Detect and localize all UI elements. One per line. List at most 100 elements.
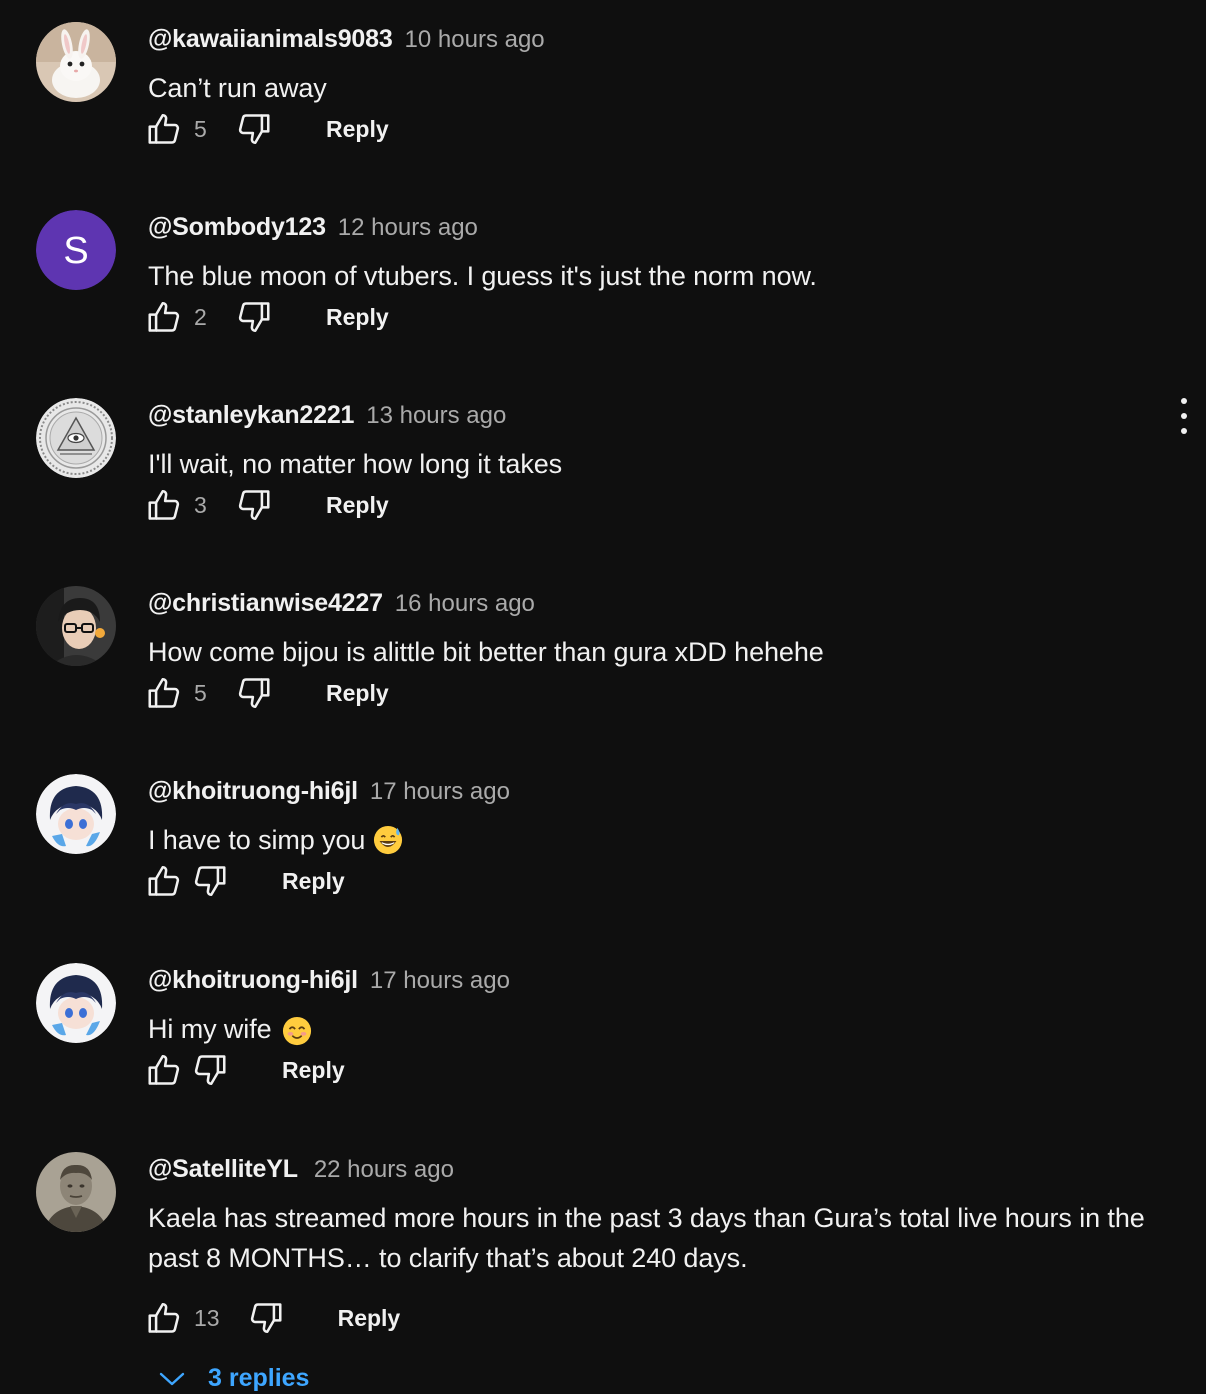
like-count: 3 (194, 491, 207, 518)
author-name[interactable]: @khoitruong-hi6jl (148, 777, 358, 805)
avatar[interactable] (36, 398, 116, 478)
like-button[interactable] (144, 861, 184, 901)
comment-header: @stanleykan2221 13 hours ago (148, 401, 506, 435)
dislike-button[interactable] (190, 861, 230, 901)
comment-text: I have to simp you (148, 820, 1158, 860)
comment-thread: @khoitruong-hi6jl 17 hours ago Hi my wife (0, 941, 1206, 1129)
comment-thread: @kawaiianimals9083 10 hours ago Can’t run… (0, 0, 1206, 188)
comment-header: @kawaiianimals9083 10 hours ago (148, 25, 545, 59)
avatar[interactable] (36, 774, 116, 854)
author-name[interactable]: @Sombody123 (148, 213, 326, 241)
action-menu-button[interactable] (1168, 394, 1200, 438)
author-name[interactable]: @SatelliteYL (148, 1155, 298, 1183)
letter-avatar-image: S (36, 210, 116, 290)
timestamp[interactable]: 12 hours ago (338, 214, 478, 241)
seal-avatar-image (36, 398, 116, 478)
like-count: 2 (194, 303, 207, 330)
chevron-down-icon (159, 1372, 185, 1385)
thumbs-up-icon (148, 113, 180, 144)
thumbs-up-icon (148, 1302, 180, 1333)
more-dot-icon (1181, 413, 1187, 419)
comment-text: I'll wait, no matter how long it takes (148, 449, 563, 479)
author-name[interactable]: @stanleykan2221 (148, 401, 354, 429)
reply-button[interactable]: Reply (338, 1305, 401, 1332)
reply-button[interactable]: Reply (326, 116, 389, 143)
dislike-button[interactable] (234, 297, 274, 337)
author-name[interactable]: @kawaiianimals9083 (148, 25, 393, 53)
timestamp[interactable]: 17 hours ago (370, 778, 510, 805)
reply-button[interactable]: Reply (282, 1057, 345, 1084)
thumbs-up-icon (148, 301, 180, 332)
thumbs-up-icon (148, 489, 180, 520)
author-name[interactable]: @khoitruong-hi6jl (148, 966, 358, 994)
comment-thread: @stanleykan2221 13 hours ago I'll wait, n… (0, 376, 1206, 564)
view-replies-button[interactable]: 3 replies (158, 1364, 309, 1393)
comment-thread: S @Sombody123 12 hours ago The blue moon … (0, 188, 1206, 376)
reply-button[interactable]: Reply (282, 868, 345, 895)
comment-actions: 3 Reply (144, 483, 389, 527)
comment-header: @Sombody123 12 hours ago (148, 213, 478, 247)
thumbs-up-icon (148, 865, 180, 896)
timestamp[interactable]: 17 hours ago (370, 967, 510, 994)
like-button[interactable] (144, 1050, 184, 1090)
author-name[interactable]: @christianwise4227 (148, 589, 383, 617)
comment-actions: 5 Reply (144, 671, 389, 715)
thumbs-down-icon (238, 114, 270, 145)
dislike-button[interactable] (234, 485, 274, 525)
like-count: 5 (194, 115, 207, 142)
reply-button[interactable]: Reply (326, 304, 389, 331)
avatar-letter: S (63, 230, 88, 272)
like-count: 13 (194, 1304, 220, 1331)
portrait-avatar-image (36, 1152, 116, 1232)
comment-actions: Reply (144, 1048, 345, 1092)
like-button[interactable] (144, 485, 184, 525)
dislike-button[interactable] (234, 673, 274, 713)
avatar[interactable] (36, 963, 116, 1043)
comment-header: @khoitruong-hi6jl 17 hours ago (148, 777, 510, 811)
comment-thread: @SatelliteYL 22 hours ago Kaela has strea… (0, 1130, 1206, 1360)
anime-avatar-image (36, 963, 116, 1043)
timestamp[interactable]: 22 hours ago (314, 1156, 454, 1183)
comment-text-content: Hi my wife (148, 1014, 272, 1044)
comment-text-content: I have to simp you (148, 825, 366, 855)
anime-avatar-image (36, 774, 116, 854)
comment-thread: @christianwise4227 16 hours ago How come … (0, 564, 1206, 752)
dislike-button[interactable] (234, 109, 274, 149)
avatar[interactable]: S (36, 210, 116, 290)
comment-text: How come bijou is alittle bit better tha… (148, 637, 824, 667)
reply-button[interactable]: Reply (326, 680, 389, 707)
comment-text: The blue moon of vtubers. I guess it's j… (148, 261, 817, 291)
bunny-avatar-image (36, 22, 116, 102)
thumbs-down-icon (238, 302, 270, 333)
like-button[interactable] (144, 109, 184, 149)
like-button[interactable] (144, 297, 184, 337)
timestamp[interactable]: 13 hours ago (366, 402, 506, 429)
thumbs-down-icon (194, 1055, 226, 1086)
thumbs-down-icon (194, 866, 226, 897)
avatar[interactable] (36, 1152, 116, 1232)
like-button[interactable] (144, 673, 184, 713)
more-dot-icon (1181, 398, 1187, 404)
thumbs-down-icon (238, 490, 270, 521)
dislike-button[interactable] (246, 1298, 286, 1338)
avatar[interactable] (36, 586, 116, 666)
like-count: 5 (194, 679, 207, 706)
comment-text: Kaela has streamed more hours in the pas… (148, 1203, 1145, 1273)
comments-section: @kawaiianimals9083 10 hours ago Can’t run… (0, 0, 1206, 1394)
dislike-button[interactable] (190, 1050, 230, 1090)
comment-actions: 5 Reply (144, 107, 389, 151)
like-button[interactable] (144, 1298, 184, 1338)
smiling-eyes-emoji-icon (282, 1016, 311, 1046)
timestamp[interactable]: 10 hours ago (405, 26, 545, 53)
reply-button[interactable]: Reply (326, 492, 389, 519)
comment-actions: 2 Reply (144, 295, 389, 339)
more-dot-icon (1181, 428, 1187, 434)
avatar[interactable] (36, 22, 116, 102)
comment-actions: 13 Reply (144, 1296, 400, 1340)
thumbs-up-icon (148, 1054, 180, 1085)
thumbs-down-icon (250, 1303, 282, 1334)
comment-actions: Reply (144, 859, 345, 903)
comment-text: Hi my wife (148, 1009, 1158, 1049)
timestamp[interactable]: 16 hours ago (395, 590, 535, 617)
comment-header: @SatelliteYL 22 hours ago (148, 1155, 454, 1189)
